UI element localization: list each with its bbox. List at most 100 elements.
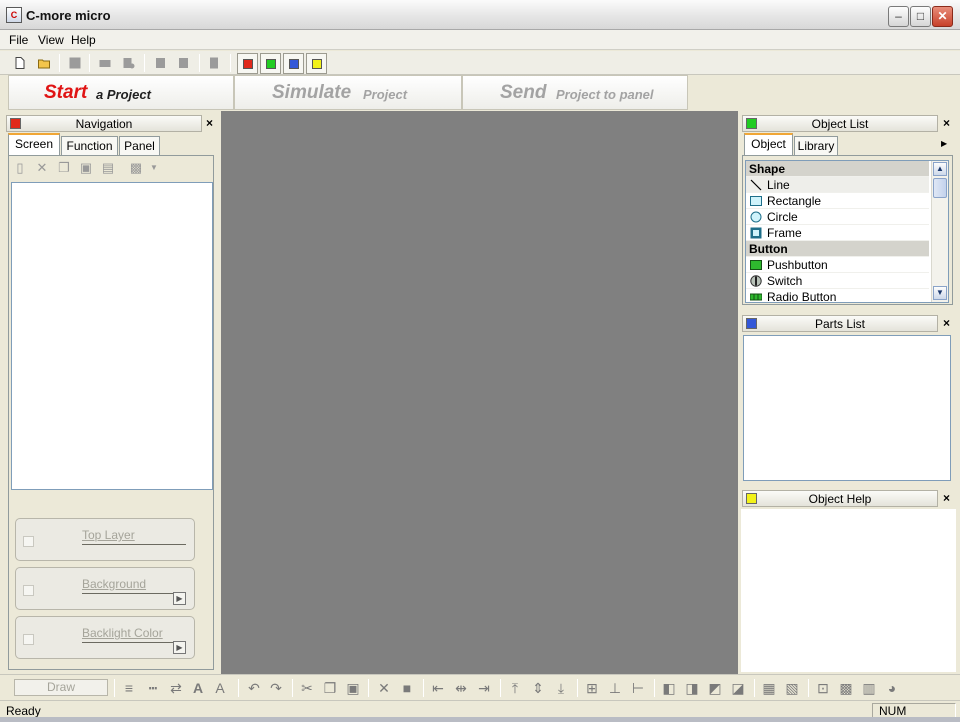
send-project-button[interactable]: Send Project to panel xyxy=(462,75,688,110)
print-preview-button[interactable] xyxy=(120,54,138,72)
shape-tool-icon[interactable]: ◕ xyxy=(884,680,900,696)
bring-to-front-icon[interactable]: ◧ xyxy=(661,680,677,696)
align-left-icon[interactable]: ⇤ xyxy=(430,680,446,696)
send-to-back-icon[interactable]: ◨ xyxy=(684,680,700,696)
draw-button[interactable]: Draw xyxy=(14,679,108,696)
line-style-icon[interactable]: ┅ xyxy=(145,680,161,696)
save-button[interactable] xyxy=(66,54,84,72)
same-height-icon[interactable]: ⊥ xyxy=(607,680,623,696)
delete-icon-bottom[interactable]: ✕ xyxy=(376,680,392,696)
parts-list-close-icon[interactable]: × xyxy=(943,316,950,330)
send-sublabel: Project to panel xyxy=(556,87,654,102)
center-both-icon[interactable]: ⊞ xyxy=(584,680,600,696)
line-width-icon[interactable]: ≡ xyxy=(121,680,137,696)
delete-icon[interactable]: ✕ xyxy=(35,161,49,175)
document-button[interactable] xyxy=(205,54,223,72)
maximize-button[interactable]: □ xyxy=(910,6,931,27)
send-backward-icon[interactable]: ◪ xyxy=(730,680,746,696)
list-item-label: Rectangle xyxy=(767,194,822,208)
list-item[interactable]: Switch xyxy=(746,273,929,289)
list-item[interactable]: Frame xyxy=(746,225,929,241)
list-item[interactable]: Line xyxy=(746,177,929,193)
object-help-close-icon[interactable]: × xyxy=(943,491,950,505)
bring-forward-icon[interactable]: ◩ xyxy=(707,680,723,696)
list-item[interactable]: Circle xyxy=(746,209,929,225)
download-button[interactable] xyxy=(175,54,193,72)
close-button[interactable]: ✕ xyxy=(932,6,953,27)
same-width-icon[interactable]: ⊢ xyxy=(630,680,646,696)
copy-icon[interactable]: ❐ xyxy=(57,161,71,175)
navigation-title: Navigation xyxy=(75,117,133,131)
list-item[interactable]: Rectangle xyxy=(746,193,929,209)
new-screen-icon[interactable]: ▯ xyxy=(13,161,27,175)
blue-color-button[interactable] xyxy=(283,53,304,74)
align-top-icon[interactable]: ⤒ xyxy=(507,680,523,696)
group-icon[interactable]: ▦ xyxy=(761,680,777,696)
object-list-panel: Object List × Object Library ▶ Shape Line… xyxy=(739,111,960,311)
undo-icon[interactable]: ↶ xyxy=(246,680,262,696)
tab-function[interactable]: Function xyxy=(61,136,118,156)
align-bottom-icon[interactable]: ⤓ xyxy=(553,680,569,696)
grid-icon[interactable]: ⊡ xyxy=(815,680,831,696)
arrow-style-icon[interactable]: ⇄ xyxy=(168,680,184,696)
redo-icon[interactable]: ↷ xyxy=(268,680,284,696)
cut-icon[interactable]: ✂ xyxy=(299,680,315,696)
parts-list[interactable] xyxy=(743,335,951,481)
green-swatch-icon xyxy=(266,59,276,69)
new-file-button[interactable] xyxy=(11,54,29,72)
ungroup-icon[interactable]: ▧ xyxy=(784,680,800,696)
tab-screen[interactable]: Screen xyxy=(8,133,60,155)
backlight-color-checkbox[interactable] xyxy=(23,634,34,645)
image-icon[interactable]: ▩ xyxy=(129,161,143,175)
screen-list[interactable] xyxy=(11,182,213,490)
copy-icon-bottom[interactable]: ❐ xyxy=(322,680,338,696)
object-list-scrollbar[interactable]: ▲ ▼ xyxy=(931,161,948,302)
zoom-icon[interactable]: ▥ xyxy=(861,680,877,696)
backlight-color-expand-icon[interactable]: ▶ xyxy=(173,641,186,654)
scroll-thumb[interactable] xyxy=(933,178,947,198)
start-project-button[interactable]: Start a Project xyxy=(8,75,234,110)
print-icon xyxy=(99,60,111,67)
document-icon xyxy=(210,57,218,69)
upload-button[interactable] xyxy=(151,54,169,72)
tab-panel[interactable]: Panel xyxy=(119,136,160,156)
menu-help[interactable]: Help xyxy=(71,33,96,47)
paste-icon-bottom[interactable]: ▣ xyxy=(345,680,361,696)
simulate-project-button[interactable]: Simulate Project xyxy=(234,75,462,110)
tab-library[interactable]: Library xyxy=(794,136,838,156)
properties-icon[interactable]: ▤ xyxy=(101,161,115,175)
menu-file[interactable]: File xyxy=(9,33,28,47)
list-item[interactable]: Radio Button xyxy=(746,289,929,302)
object-help-header: Object Help xyxy=(742,490,938,507)
align-center-icon[interactable]: ⇹ xyxy=(453,680,469,696)
menu-view[interactable]: View xyxy=(38,33,64,47)
snap-icon[interactable]: ▩ xyxy=(838,680,854,696)
tab-object[interactable]: Object xyxy=(744,133,793,155)
yellow-color-button[interactable] xyxy=(306,53,327,74)
paste-icon[interactable]: ▣ xyxy=(79,161,93,175)
list-item[interactable]: Pushbutton xyxy=(746,257,929,273)
top-layer-checkbox[interactable] xyxy=(23,536,34,547)
switch-icon xyxy=(750,275,762,287)
tab-scroll-right-icon[interactable]: ▶ xyxy=(941,139,947,148)
scroll-down-icon[interactable]: ▼ xyxy=(933,286,947,300)
start-label: Start xyxy=(44,82,88,103)
align-right-icon[interactable]: ⇥ xyxy=(476,680,492,696)
object-list-close-icon[interactable]: × xyxy=(943,116,950,130)
red-color-button[interactable] xyxy=(237,53,258,74)
font-icon[interactable]: A xyxy=(190,680,206,696)
navigation-close-icon[interactable]: × xyxy=(206,116,213,130)
chevron-down-icon[interactable]: ▼ xyxy=(147,161,161,175)
print-button[interactable] xyxy=(96,54,114,72)
design-canvas[interactable] xyxy=(221,111,738,674)
drawing-toolbar: Draw ≡ ┅ ⇄ A A ↶ ↷ ✂ ❐ ▣ ✕ ■ ⇤ ⇹ ⇥ ⤒ ⇕ ⤓… xyxy=(0,674,960,700)
scroll-up-icon[interactable]: ▲ xyxy=(933,162,947,176)
font-size-icon[interactable]: A xyxy=(212,680,228,696)
align-middle-icon[interactable]: ⇕ xyxy=(530,680,546,696)
minimize-button[interactable]: – xyxy=(888,6,909,27)
open-file-button[interactable] xyxy=(35,54,53,72)
select-all-icon[interactable]: ■ xyxy=(399,680,415,696)
background-checkbox[interactable] xyxy=(23,585,34,596)
green-color-button[interactable] xyxy=(260,53,281,74)
background-expand-icon[interactable]: ▶ xyxy=(173,592,186,605)
